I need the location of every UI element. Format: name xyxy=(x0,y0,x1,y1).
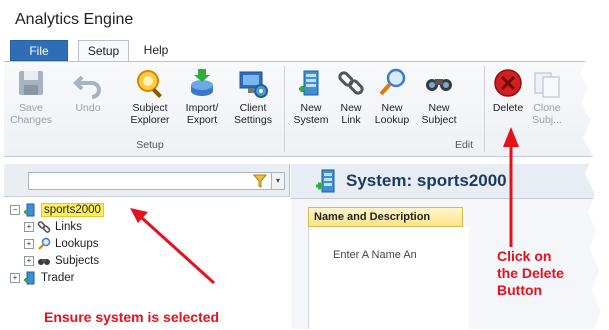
annotation-line: Click on xyxy=(497,248,552,264)
annotation-line: the Delete xyxy=(497,265,564,281)
annotation-line: Button xyxy=(497,282,543,298)
annotation-click-delete: Click on the Delete Button xyxy=(497,248,564,299)
annotation-ensure-selected: Ensure system is selected xyxy=(44,309,220,325)
